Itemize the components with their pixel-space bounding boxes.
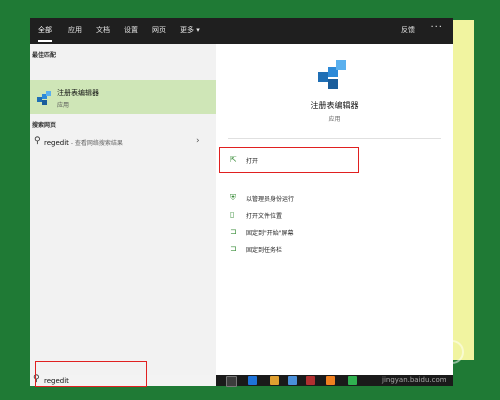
best-match-header: 最佳匹配 xyxy=(32,52,57,59)
action-open-file-location-label: 打开文件位置 xyxy=(246,213,283,220)
more-options-icon[interactable]: ··· xyxy=(430,22,443,33)
tab-web[interactable]: 网页 xyxy=(152,25,166,35)
folder-icon: ▯ xyxy=(230,210,235,219)
action-run-as-admin[interactable]: ⛨ 以管理员身份运行 xyxy=(228,192,408,206)
tab-documents[interactable]: 文档 xyxy=(96,25,110,35)
app-subtitle: 应用 xyxy=(328,116,341,123)
app-icon[interactable] xyxy=(348,376,357,385)
edge-icon[interactable] xyxy=(248,376,257,385)
action-pin-to-taskbar[interactable]: ⊐ 固定到任务栏 xyxy=(228,243,408,257)
results-list: 最佳匹配 注册表编辑器 应用 搜索网页 ⚲ regedit - 查看网络搜索结果… xyxy=(30,44,216,375)
action-pin-to-start[interactable]: ⊐ 固定到"开始"屏幕 xyxy=(228,226,408,240)
action-pin-to-taskbar-label: 固定到任务栏 xyxy=(246,247,283,254)
web-search-query: regedit - 查看网络搜索结果 xyxy=(44,139,123,147)
watermark-brand: Baidu经验 xyxy=(378,356,441,370)
store-icon[interactable] xyxy=(288,376,297,385)
app-title: 注册表编辑器 xyxy=(310,101,359,110)
active-tab-indicator xyxy=(38,40,52,42)
tab-apps[interactable]: 应用 xyxy=(68,25,82,35)
pin-icon: ⊐ xyxy=(230,244,237,253)
app-details-pane: 注册表编辑器 应用 ⇱ 打开 ⛨ 以管理员身份运行 ▯ 打开文件位置 ⊐ 固定到… xyxy=(216,44,453,375)
tab-settings[interactable]: 设置 xyxy=(124,25,138,35)
registry-editor-icon xyxy=(36,90,52,110)
background-stripe xyxy=(452,20,474,360)
search-icon: ⚲ xyxy=(34,136,41,146)
admin-icon: ⛨ xyxy=(230,193,236,202)
start-search-panel: 全部 应用 文档 设置 网页 更多 ▾ 反馈 ··· 最佳匹配 注册表编辑器 应… xyxy=(30,18,453,387)
task-view-icon[interactable] xyxy=(226,376,237,387)
action-pin-to-start-label: 固定到"开始"屏幕 xyxy=(246,230,294,237)
baidu-paw-logo xyxy=(440,340,464,364)
app-icon[interactable] xyxy=(326,376,335,385)
file-explorer-icon[interactable] xyxy=(270,376,279,385)
best-match-type: 应用 xyxy=(57,102,70,109)
watermark-url: jingyan.baidu.com xyxy=(382,376,447,384)
action-open-file-location[interactable]: ▯ 打开文件位置 xyxy=(228,209,408,223)
divider xyxy=(228,138,441,139)
highlight-box-search xyxy=(35,361,147,387)
chevron-right-icon[interactable]: › xyxy=(196,136,200,146)
web-search-header: 搜索网页 xyxy=(32,122,57,129)
web-search-result[interactable]: ⚲ regedit - 查看网络搜索结果 › xyxy=(30,132,216,152)
action-run-as-admin-label: 以管理员身份运行 xyxy=(246,196,295,203)
feedback-button[interactable]: 反馈 xyxy=(401,25,415,35)
highlight-box-open xyxy=(219,147,359,173)
best-match-name: 注册表编辑器 xyxy=(57,89,99,97)
best-match-result[interactable]: 注册表编辑器 应用 xyxy=(30,80,216,114)
tab-all[interactable]: 全部 xyxy=(38,25,52,35)
search-filter-bar: 全部 应用 文档 设置 网页 更多 ▾ 反馈 ··· xyxy=(30,18,453,44)
app-icon[interactable] xyxy=(306,376,315,385)
tab-more[interactable]: 更多 ▾ xyxy=(180,25,200,35)
pin-icon: ⊐ xyxy=(230,227,237,236)
registry-editor-large-icon xyxy=(316,58,348,96)
